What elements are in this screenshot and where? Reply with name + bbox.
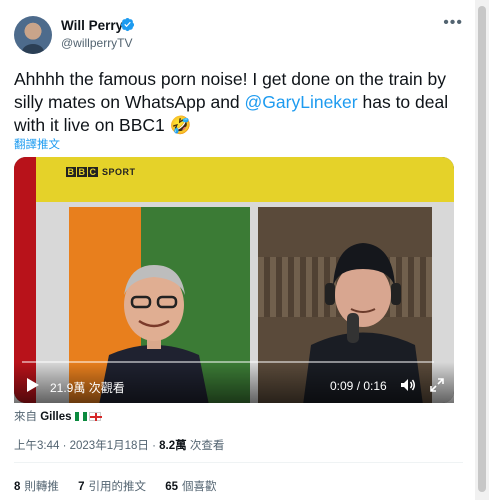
source-line: 來自 Gilles bbox=[14, 408, 102, 424]
tweet-meta: 上午3:44 · 2023年1月18日 · 8.2萬 次查看 bbox=[14, 440, 225, 452]
video-views: 21.9萬 次觀看 bbox=[50, 381, 125, 395]
verified-badge-icon bbox=[120, 17, 135, 32]
view-count: 8.2萬 bbox=[159, 440, 187, 452]
retweets-stat[interactable]: 8 則轉推 bbox=[14, 481, 59, 493]
mention-link[interactable]: @GaryLineker bbox=[245, 92, 358, 112]
emoji: 🤣 bbox=[169, 115, 192, 135]
nigeria-flag-icon bbox=[74, 412, 87, 421]
bbc-banner bbox=[36, 157, 454, 202]
scrollbar-thumb[interactable] bbox=[478, 6, 486, 492]
tweet-text: Ahhhh the famous porn noise! I get done … bbox=[14, 68, 464, 137]
play-icon[interactable] bbox=[27, 378, 39, 392]
tweet-card: Will Perry @willperryTV ••• Ahhhh the fa… bbox=[0, 0, 475, 500]
quotes-stat[interactable]: 7 引用的推文 bbox=[78, 481, 146, 493]
likes-stat[interactable]: 65 個喜歡 bbox=[165, 481, 216, 493]
engagement-stats: 8 則轉推 7 引用的推文 65 個喜歡 bbox=[14, 478, 233, 494]
fullscreen-icon[interactable] bbox=[430, 378, 444, 392]
avatar[interactable] bbox=[14, 16, 52, 54]
author-handle[interactable]: @willperryTV bbox=[61, 36, 133, 50]
scrollbar[interactable] bbox=[475, 0, 489, 500]
view-count-label: 次查看 bbox=[189, 440, 225, 452]
volume-icon[interactable] bbox=[400, 377, 416, 393]
video-progress-bar[interactable] bbox=[22, 361, 434, 363]
author-name[interactable]: Will Perry bbox=[61, 18, 123, 33]
source-app[interactable]: Gilles bbox=[40, 411, 71, 423]
england-flag-icon bbox=[88, 412, 102, 421]
tweet-date[interactable]: 2023年1月18日 bbox=[70, 440, 149, 452]
bbc-sport-logo: BBC SPORT bbox=[66, 167, 136, 177]
divider bbox=[14, 462, 463, 463]
translate-link[interactable]: 翻譯推文 bbox=[14, 136, 60, 152]
tweet-time[interactable]: 上午3:44 bbox=[14, 440, 59, 452]
source-prefix: 來自 bbox=[14, 411, 37, 423]
more-options-icon[interactable]: ••• bbox=[443, 14, 463, 32]
video-time: 0:09 / 0:16 bbox=[330, 379, 387, 393]
